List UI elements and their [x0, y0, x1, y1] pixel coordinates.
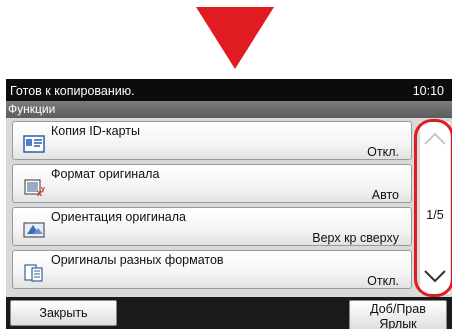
function-list: Копия ID-карты Откл. x y Формат оригинал… — [6, 119, 416, 297]
function-value: Откл. — [367, 145, 399, 159]
tab-label: Функции — [8, 102, 56, 116]
tab-functions[interactable]: Функции — [6, 101, 452, 118]
copier-panel: Готов к копированию. 10:10 Функции Копия… — [6, 79, 452, 329]
add-edit-label: Доб/Прав — [370, 302, 426, 316]
original-size-icon: x y — [24, 179, 45, 196]
scrollbar-highlight — [414, 119, 452, 297]
close-button[interactable]: Закрыть — [10, 300, 117, 326]
bottom-bar: Закрыть Доб/Прав Ярлык — [6, 297, 452, 329]
status-message: Готов к копированию. — [10, 84, 135, 98]
function-value: Откл. — [367, 274, 399, 288]
function-name: Ориентация оригинала — [51, 210, 186, 224]
shortcut-label: Ярлык — [379, 317, 417, 329]
id-card-icon — [23, 135, 45, 153]
function-item-id-card-copy[interactable]: Копия ID-карты Откл. — [12, 121, 412, 160]
function-name: Оригиналы разных форматов — [51, 253, 224, 267]
orientation-icon — [23, 222, 45, 238]
mixed-size-icon — [24, 264, 43, 282]
function-name: Копия ID-карты — [51, 124, 140, 138]
function-value: Верх кр сверху — [312, 231, 399, 245]
function-value: Авто — [371, 188, 399, 202]
function-item-original-size[interactable]: x y Формат оригинала Авто — [12, 164, 412, 203]
function-name: Формат оригинала — [51, 167, 160, 181]
svg-text:y: y — [41, 186, 45, 193]
function-item-original-orientation[interactable]: Ориентация оригинала Верх кр сверху — [12, 207, 412, 246]
clock: 10:10 — [412, 84, 444, 98]
add-edit-shortcut-button[interactable]: Доб/Прав Ярлык — [349, 300, 447, 329]
down-arrow-indicator — [196, 7, 274, 69]
status-bar: Готов к копированию. 10:10 — [6, 79, 452, 101]
close-button-label: Закрыть — [39, 306, 88, 320]
function-item-mixed-size-originals[interactable]: Оригиналы разных форматов Откл. — [12, 250, 412, 289]
